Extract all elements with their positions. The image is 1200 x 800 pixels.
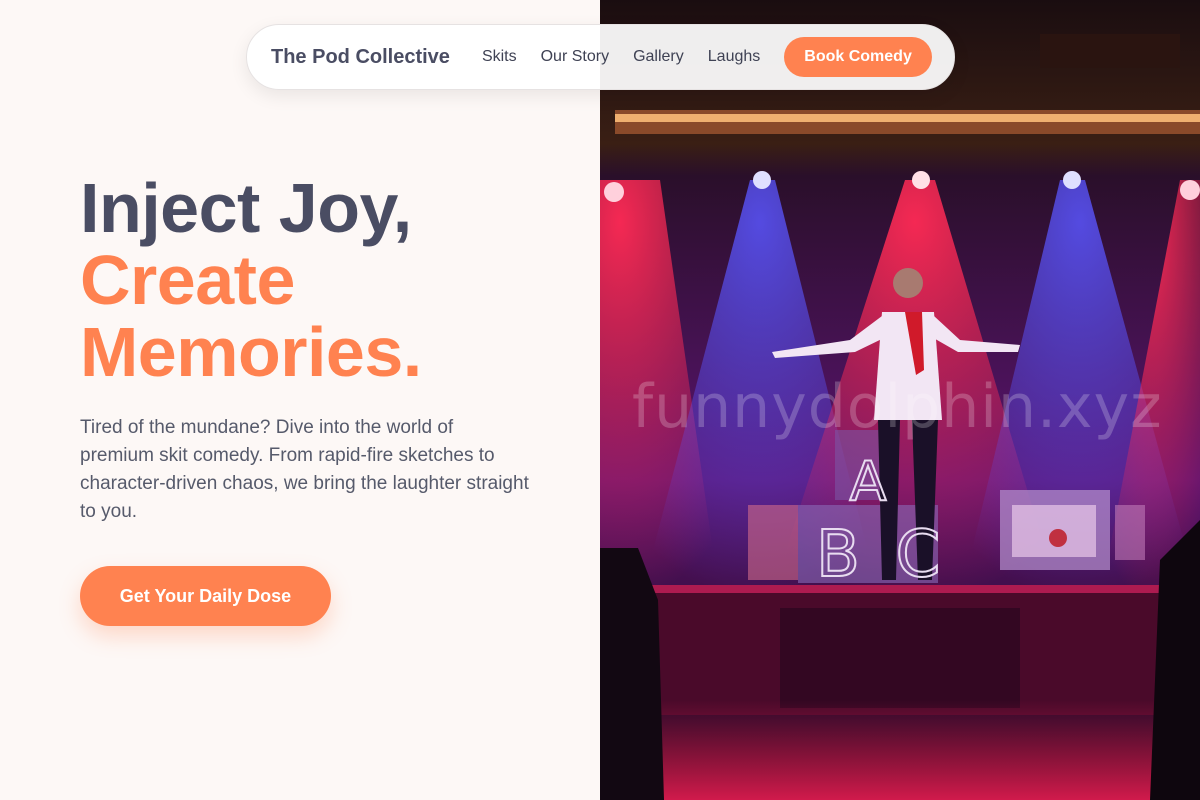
hero-title-line-2: Create bbox=[80, 241, 295, 319]
top-navigation: The Pod Collective Skits Our Story Galle… bbox=[246, 24, 955, 90]
book-comedy-button[interactable]: Book Comedy bbox=[784, 37, 932, 77]
watermark-text: funnydolphin.xyz bbox=[632, 372, 1163, 442]
brand-logo-text[interactable]: The Pod Collective bbox=[271, 46, 450, 69]
chalkboard-letter: C bbox=[896, 518, 941, 592]
hero-description: Tired of the mundane? Dive into the worl… bbox=[80, 417, 529, 522]
chalkboard-letter: A bbox=[850, 450, 887, 513]
hero-title-line-3: Memories. bbox=[80, 313, 422, 391]
hero-title: Inject Joy, Create Memories. bbox=[80, 172, 600, 388]
nav-link-gallery[interactable]: Gallery bbox=[633, 48, 684, 66]
hero-left-panel: Inject Joy, Create Memories. Tired of th… bbox=[0, 0, 600, 800]
chalkboard-letter: B bbox=[816, 518, 860, 592]
nav-link-our-story[interactable]: Our Story bbox=[541, 48, 609, 66]
get-daily-dose-button[interactable]: Get Your Daily Dose bbox=[80, 566, 331, 626]
nav-link-skits[interactable]: Skits bbox=[482, 48, 517, 66]
hero-title-line-1: Inject Joy, bbox=[80, 169, 412, 247]
nav-link-laughs[interactable]: Laughs bbox=[708, 48, 761, 66]
